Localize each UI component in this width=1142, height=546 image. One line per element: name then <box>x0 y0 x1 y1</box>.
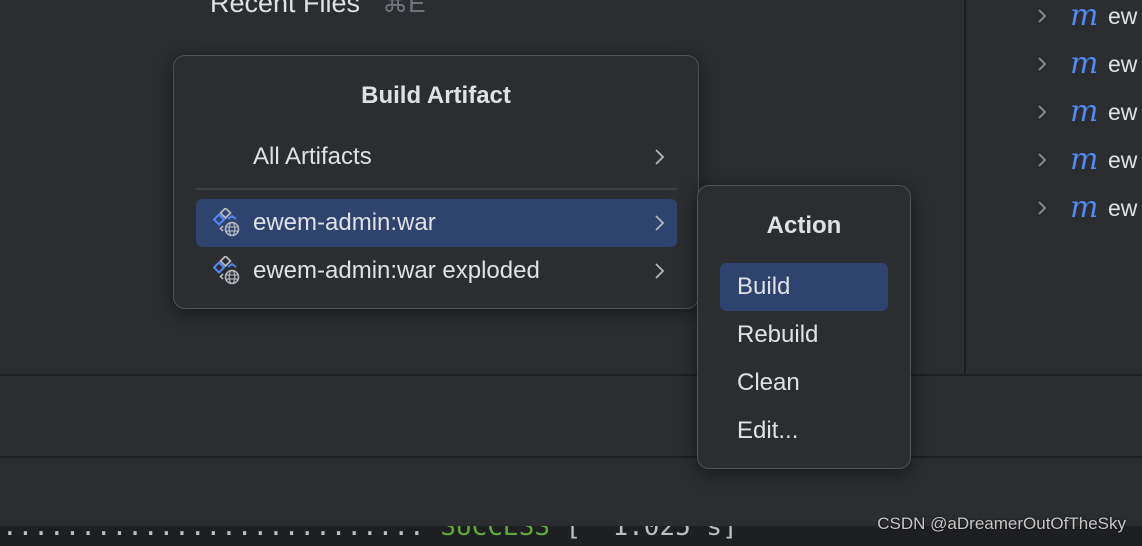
tree-row-label: ew <box>1108 98 1138 125</box>
tree-row-label: ew <box>1108 146 1138 173</box>
action-clean[interactable]: Clean <box>720 359 888 407</box>
ide-window: Recent Files ⌘E m ew m ew m ew m ew m ew <box>0 0 1142 546</box>
menu-item-label: Build <box>737 273 791 300</box>
watermark: CSDN @aDreamerOutOfTheSky <box>877 514 1126 533</box>
menu-item-all-artifacts[interactable]: All Artifacts <box>196 133 677 181</box>
tree-row[interactable]: m ew <box>1036 0 1137 40</box>
maven-module-icon: m <box>1070 94 1099 129</box>
expand-chevron-icon[interactable] <box>1036 55 1066 73</box>
chevron-right-icon <box>655 263 665 279</box>
action-build[interactable]: Build <box>720 263 888 311</box>
console-timing: [ 1.025 s] <box>549 526 738 542</box>
menu-item-label: All Artifacts <box>253 143 372 170</box>
menu-item-ewem-admin-war[interactable]: ewem-admin:war <box>196 199 677 247</box>
console-line: ........................... SUCCESS [ 1.… <box>2 526 738 542</box>
tree-row-label: ew <box>1108 50 1138 77</box>
web-artifact-icon <box>213 208 240 237</box>
menu-separator <box>196 188 677 190</box>
tree-row[interactable]: m ew <box>1036 40 1137 88</box>
console-dots: ........................... <box>2 526 441 542</box>
tree-row[interactable]: m ew <box>1036 136 1137 184</box>
menu-item-label: Rebuild <box>737 321 819 348</box>
popup-title: Build Artifact <box>361 82 511 109</box>
build-artifact-popup: Build Artifact All Artifacts ewem-admin:… <box>173 55 699 309</box>
action-popup: Action Build Rebuild Clean Edit... <box>697 185 911 469</box>
action-rebuild[interactable]: Rebuild <box>720 311 888 359</box>
popup-title: Action <box>766 212 842 239</box>
recent-files-menu-item[interactable]: Recent Files ⌘E <box>210 0 425 19</box>
project-panel-divider[interactable] <box>964 0 966 375</box>
maven-module-icon: m <box>1070 0 1099 33</box>
panel-divider <box>0 456 1142 458</box>
chevron-right-icon <box>655 149 665 165</box>
expand-chevron-icon[interactable] <box>1036 199 1066 217</box>
expand-chevron-icon[interactable] <box>1036 151 1066 169</box>
menu-item-label: ewem-admin:war <box>253 209 436 236</box>
project-tree: m ew m ew m ew m ew m ew <box>1036 0 1137 232</box>
panel-divider <box>0 374 1142 376</box>
action-edit[interactable]: Edit... <box>720 407 888 455</box>
tree-row[interactable]: m ew <box>1036 184 1137 232</box>
menu-item-label: ewem-admin:war exploded <box>253 257 540 284</box>
tree-row-label: ew <box>1108 2 1138 29</box>
menu-item-label: Clean <box>737 369 800 396</box>
expand-chevron-icon[interactable] <box>1036 103 1066 121</box>
expand-chevron-icon[interactable] <box>1036 7 1066 25</box>
tree-row[interactable]: m ew <box>1036 88 1137 136</box>
recent-files-shortcut: ⌘E <box>382 0 426 18</box>
chevron-right-icon <box>655 215 665 231</box>
menu-item-label: Edit... <box>737 417 799 444</box>
maven-module-icon: m <box>1070 46 1099 81</box>
maven-module-icon: m <box>1070 190 1099 225</box>
recent-files-label: Recent Files <box>210 0 361 18</box>
console-status: SUCCESS <box>440 526 550 542</box>
web-artifact-icon <box>213 256 240 285</box>
menu-item-ewem-admin-war-exploded[interactable]: ewem-admin:war exploded <box>196 247 677 295</box>
tree-row-label: ew <box>1108 194 1138 221</box>
maven-module-icon: m <box>1070 142 1099 177</box>
